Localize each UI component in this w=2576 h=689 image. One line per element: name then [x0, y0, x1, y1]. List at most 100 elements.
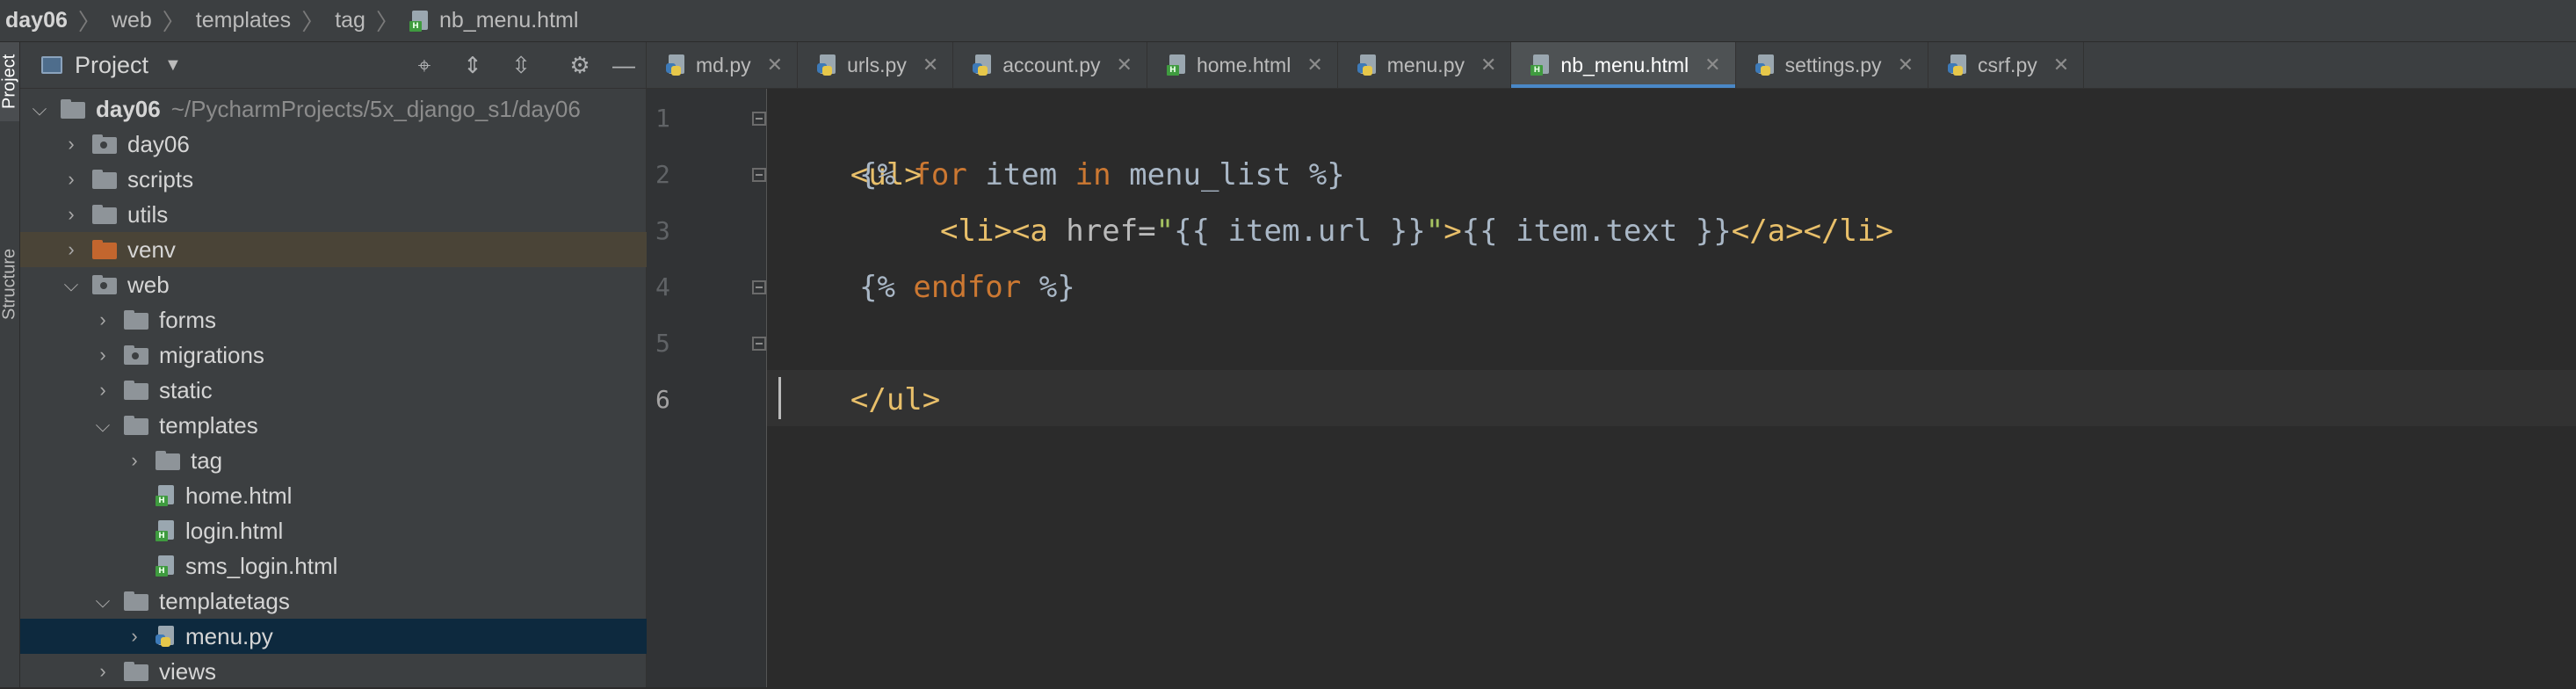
close-icon[interactable]: ✕	[1480, 54, 1496, 76]
python-file-icon	[666, 54, 687, 76]
tree-item-views[interactable]: › views	[20, 654, 720, 689]
fold-marker-icon[interactable]	[752, 168, 766, 182]
gear-icon[interactable]: ⚙	[567, 52, 593, 78]
tab-label: menu.py	[1386, 53, 1465, 76]
breadcrumb-item[interactable]: tag	[335, 8, 365, 33]
editor-tab-settings-py[interactable]: settings.py ✕	[1736, 42, 1928, 88]
tool-tab-structure[interactable]: Structure	[0, 222, 19, 345]
chevron-right-icon[interactable]: ›	[126, 449, 143, 472]
chevron-right-icon[interactable]: ›	[94, 308, 112, 331]
tree-item-label: tag	[191, 446, 223, 474]
tree-item-tag[interactable]: › tag	[20, 443, 751, 478]
tool-window-strip: Project Structure	[0, 42, 20, 687]
breadcrumb-item[interactable]: day06	[5, 8, 68, 33]
html-file-icon: H	[156, 485, 177, 506]
breadcrumb-item[interactable]: web	[112, 8, 152, 33]
editor-tab-account-py[interactable]: account.py ✕	[953, 42, 1147, 88]
editor-tab-home-html[interactable]: H home.html ✕	[1147, 42, 1338, 88]
code-token: item	[985, 157, 1058, 192]
chevron-right-icon[interactable]: ›	[94, 379, 112, 402]
close-icon[interactable]: ✕	[1117, 54, 1132, 76]
html-file-icon: H	[1166, 54, 1188, 76]
breadcrumb-file[interactable]: H nb_menu.html	[409, 8, 578, 33]
tree-item-day06[interactable]: › day06	[20, 127, 688, 162]
tree-item-label: static	[159, 376, 213, 403]
breadcrumb-item[interactable]: templates	[196, 8, 291, 33]
fold-marker-icon[interactable]	[752, 112, 766, 126]
code-token: in	[1057, 157, 1130, 192]
chevron-down-icon[interactable]: ⌵	[31, 98, 48, 120]
tree-item-static[interactable]: › static	[20, 373, 720, 408]
tree-item-migrations[interactable]: › migrations	[20, 337, 720, 373]
editor-tab-csrf-py[interactable]: csrf.py ✕	[1928, 42, 2085, 88]
chevron-down-icon[interactable]: ⌵	[94, 590, 112, 613]
tree-item-label: templates	[159, 411, 258, 439]
tree-item-forms[interactable]: › forms	[20, 302, 720, 337]
chevron-right-icon[interactable]: ›	[126, 625, 143, 648]
chevron-right-icon[interactable]: ›	[94, 660, 112, 683]
chevron-right-icon[interactable]: ›	[62, 238, 80, 261]
tree-item-label: menu.py	[185, 622, 273, 649]
close-icon[interactable]: ✕	[923, 54, 938, 76]
close-icon[interactable]: ✕	[767, 54, 783, 76]
code-editor[interactable]: 1 2 3 4 5 6 <ul> {% for item in menu_lis…	[647, 89, 2576, 687]
chevron-down-icon[interactable]: ▼	[164, 55, 182, 76]
code-token: {{ item.text }}	[1461, 214, 1732, 249]
html-file-icon: H	[156, 555, 177, 577]
tool-tab-project[interactable]: Project	[0, 42, 19, 121]
chevron-right-icon[interactable]: ›	[94, 344, 112, 366]
code-token: {%	[859, 270, 895, 305]
breadcrumb: day06 〉 web 〉 templates 〉 tag 〉 H nb_men…	[0, 0, 2576, 42]
minimize-icon[interactable]: —	[611, 52, 637, 78]
code-token: %}	[1291, 157, 1345, 192]
code-token: for	[894, 157, 986, 192]
close-icon[interactable]: ✕	[1898, 54, 1914, 76]
chevron-right-icon: 〉	[301, 9, 325, 35]
python-file-icon	[1948, 54, 1969, 76]
tree-item-templates[interactable]: ⌵ templates	[20, 408, 720, 443]
editor-tab-menu-py[interactable]: menu.py ✕	[1338, 42, 1512, 88]
code-token: "	[1425, 214, 1444, 249]
chevron-down-icon[interactable]: ⌵	[62, 273, 80, 296]
tree-item-sms-login-html[interactable]: H sms_login.html	[20, 548, 751, 584]
close-icon[interactable]: ✕	[2053, 54, 2069, 76]
fold-marker-icon[interactable]	[752, 280, 766, 294]
python-file-icon	[1357, 54, 1378, 76]
editor-tab-urls-py[interactable]: urls.py ✕	[798, 42, 954, 88]
html-file-icon: H	[156, 520, 177, 541]
tree-item-label: web	[127, 271, 170, 298]
project-panel-title[interactable]: Project	[75, 52, 148, 79]
expand-all-icon[interactable]: ⇕	[459, 52, 486, 78]
tree-root[interactable]: ⌵ day06 ~/PycharmProjects/5x_django_s1/d…	[20, 91, 656, 127]
chevron-right-icon[interactable]: ›	[62, 203, 80, 226]
tree-item-templatetags[interactable]: ⌵ templatetags	[20, 584, 720, 619]
editor-tab-nb-menu-html[interactable]: H nb_menu.html ✕	[1511, 42, 1736, 88]
tree-item-scripts[interactable]: › scripts	[20, 162, 688, 197]
folder-icon	[124, 662, 148, 681]
tree-item-login-html[interactable]: H login.html	[20, 513, 751, 548]
code-token: %}	[1038, 270, 1075, 305]
current-line-highlight	[767, 370, 2576, 426]
chevron-right-icon: 〉	[162, 9, 185, 35]
locate-icon[interactable]: ⌖	[411, 52, 438, 78]
tree-root-path: ~/PycharmProjects/5x_django_s1/day06	[170, 95, 581, 122]
package-folder-icon	[124, 345, 148, 365]
chevron-down-icon[interactable]: ⌵	[94, 414, 112, 437]
tree-item-home-html[interactable]: H home.html	[20, 478, 751, 513]
editor-tab-md-py[interactable]: md.py ✕	[647, 42, 799, 88]
fold-marker-icon[interactable]	[752, 337, 766, 351]
html-file-icon: H	[409, 10, 431, 32]
chevron-right-icon[interactable]: ›	[62, 168, 80, 191]
collapse-all-icon[interactable]: ⇳	[508, 52, 534, 78]
tree-item-label: templatetags	[159, 587, 290, 614]
tree-item-utils[interactable]: › utils	[20, 197, 688, 232]
close-icon[interactable]: ✕	[1704, 54, 1720, 76]
tree-item-menu-py[interactable]: › menu.py	[20, 619, 751, 654]
tree-item-web[interactable]: ⌵ web	[20, 267, 688, 302]
tree-root-label: day06	[96, 95, 161, 122]
code-token: {{ item.url }}	[1174, 214, 1426, 249]
close-icon[interactable]: ✕	[1306, 54, 1322, 76]
code-line-1: <ul>	[778, 91, 923, 192]
tree-item-venv[interactable]: › venv	[20, 232, 688, 267]
chevron-right-icon[interactable]: ›	[62, 133, 80, 156]
